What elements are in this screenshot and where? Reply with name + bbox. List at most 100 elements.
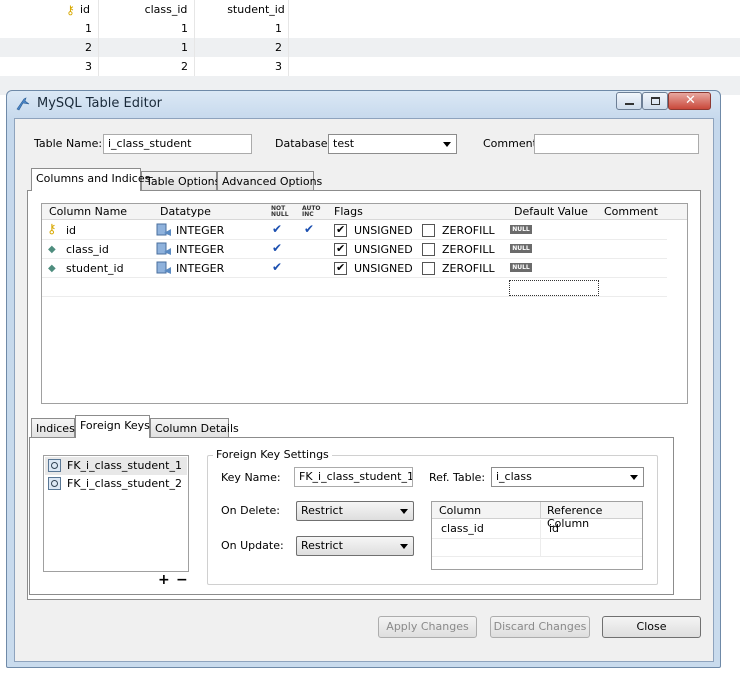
zerofill-checkbox[interactable]: [422, 243, 435, 256]
cell: 1: [181, 41, 188, 54]
chevron-down-icon: [630, 475, 638, 480]
header-not-null-line2: NULL: [271, 211, 289, 218]
maximize-button[interactable]: [642, 92, 668, 110]
table-row[interactable]: 1 1 1: [0, 19, 740, 38]
cell: 1: [275, 22, 282, 35]
on-delete-value: Restrict: [301, 504, 343, 517]
empty-row: [432, 539, 642, 557]
column-name[interactable]: student_id: [66, 262, 124, 275]
on-update-value: Restrict: [301, 539, 343, 552]
dolphin-icon: [16, 97, 30, 111]
column-name[interactable]: id: [66, 224, 76, 237]
on-delete-select[interactable]: Restrict: [296, 501, 414, 521]
new-column-row[interactable]: [42, 278, 667, 297]
discard-changes-button[interactable]: Discard Changes: [490, 616, 590, 638]
table-row[interactable]: 2 1 2: [0, 38, 740, 57]
divider: [98, 0, 99, 76]
column-datatype[interactable]: INTEGER: [176, 224, 224, 237]
add-foreign-key-button[interactable]: +: [158, 572, 170, 588]
list-item[interactable]: FK_i_class_student_2: [45, 475, 187, 493]
header-comment: Comment: [604, 205, 658, 218]
index-icon: [48, 459, 61, 472]
datatype-icon: [156, 223, 172, 240]
header-auto-inc-line2: INC: [302, 211, 314, 218]
remove-foreign-key-button[interactable]: −: [176, 572, 188, 588]
unsigned-label: UNSIGNED: [354, 224, 413, 237]
comment-input[interactable]: [534, 134, 699, 154]
column-mapping-table: Column Reference Column class_id id: [431, 501, 643, 570]
zerofill-checkbox[interactable]: [422, 262, 435, 275]
tab-indices[interactable]: Indices: [31, 418, 75, 438]
not-null-check-icon[interactable]: ✔: [272, 222, 282, 236]
on-update-select[interactable]: Restrict: [296, 536, 414, 556]
database-select[interactable]: test: [328, 134, 457, 154]
apply-changes-button[interactable]: Apply Changes: [378, 616, 477, 638]
column-name[interactable]: class_id: [66, 243, 109, 256]
unsigned-checkbox[interactable]: ✔: [334, 223, 347, 237]
table-name-input[interactable]: i_class_student: [103, 134, 252, 154]
header-column-name: Column Name: [49, 205, 128, 218]
mapping-reference-value[interactable]: id: [549, 522, 559, 535]
foreign-key-list: FK_i_class_student_1 FK_i_class_student_…: [43, 455, 189, 572]
column-datatype[interactable]: INTEGER: [176, 243, 224, 256]
tab-advanced-options[interactable]: Advanced Options: [217, 171, 322, 191]
column-row[interactable]: ⚷ id INTEGER ✔ ✔ ✔ UNSIGNED ZEROFILL NUL…: [42, 221, 667, 240]
ref-table-label: Ref. Table:: [429, 471, 486, 484]
table-row[interactable]: class_id id: [432, 520, 642, 557]
list-item-label: FK_i_class_student_2: [67, 477, 182, 490]
cell: 3: [85, 60, 92, 73]
column-datatype[interactable]: INTEGER: [176, 262, 224, 275]
diamond-icon: ◆: [48, 244, 56, 255]
tab-columns-and-indices[interactable]: Columns and Indices: [31, 168, 150, 191]
ref-table-select[interactable]: i_class: [491, 467, 644, 487]
null-badge[interactable]: NULL: [510, 225, 532, 234]
table-row[interactable]: 3 2 3: [0, 57, 740, 76]
datatype-icon: [156, 242, 172, 259]
foreign-keys-panel: FK_i_class_student_1 FK_i_class_student_…: [29, 437, 674, 595]
divider: [540, 502, 541, 519]
header-auto-inc: AUTO INC: [302, 206, 321, 218]
zerofill-label: ZEROFILL: [442, 224, 495, 237]
mapping-header: Column Reference Column: [432, 502, 642, 530]
zerofill-label: ZEROFILL: [442, 262, 495, 275]
tab-foreign-keys[interactable]: Foreign Keys: [75, 415, 150, 438]
table-editor-window: MySQL Table Editor ✕ Table Name: i_class…: [6, 90, 721, 668]
mapping-column-value[interactable]: class_id: [441, 522, 484, 535]
auto-inc-check-icon[interactable]: ✔: [304, 222, 314, 236]
not-null-check-icon[interactable]: ✔: [272, 260, 282, 274]
window-title: MySQL Table Editor: [37, 96, 162, 111]
cell: 2: [275, 41, 282, 54]
key-name-input[interactable]: FK_i_class_student_1: [294, 467, 413, 487]
database-label: Database:: [275, 137, 332, 150]
column-row[interactable]: ◆ class_id INTEGER ✔ ✔ UNSIGNED ZEROFILL…: [42, 240, 667, 259]
zerofill-checkbox[interactable]: [422, 224, 435, 237]
list-item[interactable]: FK_i_class_student_1: [45, 457, 187, 475]
columns-panel: Column Name Datatype NOT NULL AUTO INC F…: [27, 190, 701, 600]
list-item-label: FK_i_class_student_1: [67, 459, 182, 472]
minimize-button[interactable]: [616, 92, 642, 110]
column-row[interactable]: ◆ student_id INTEGER ✔ ✔ UNSIGNED ZEROFI…: [42, 259, 667, 278]
null-badge[interactable]: NULL: [510, 244, 532, 253]
unsigned-checkbox[interactable]: ✔: [334, 242, 347, 256]
divider: [194, 0, 195, 76]
not-null-check-icon[interactable]: ✔: [272, 241, 282, 255]
result-grid-header: ⚷ id class_id student_id: [0, 0, 740, 19]
close-button[interactable]: Close: [602, 616, 701, 638]
tab-table-options[interactable]: Table Options: [141, 171, 220, 191]
tab-column-details[interactable]: Column Details: [150, 418, 239, 438]
on-delete-label: On Delete:: [221, 504, 280, 517]
unsigned-checkbox[interactable]: ✔: [334, 261, 347, 275]
unsigned-label: UNSIGNED: [354, 243, 413, 256]
chevron-down-icon: [400, 509, 408, 514]
unsigned-label: UNSIGNED: [354, 262, 413, 275]
default-value-editor[interactable]: [509, 280, 599, 296]
title-bar[interactable]: MySQL Table Editor ✕: [7, 91, 720, 117]
header-datatype: Datatype: [160, 205, 211, 218]
close-window-button[interactable]: ✕: [668, 92, 711, 110]
result-header-id: id: [79, 3, 91, 16]
null-badge[interactable]: NULL: [510, 263, 532, 272]
mapping-header-column: Column: [439, 504, 482, 517]
on-update-label: On Update:: [221, 539, 284, 552]
key-name-label: Key Name:: [221, 471, 281, 484]
columns-grid: Column Name Datatype NOT NULL AUTO INC F…: [41, 203, 688, 404]
